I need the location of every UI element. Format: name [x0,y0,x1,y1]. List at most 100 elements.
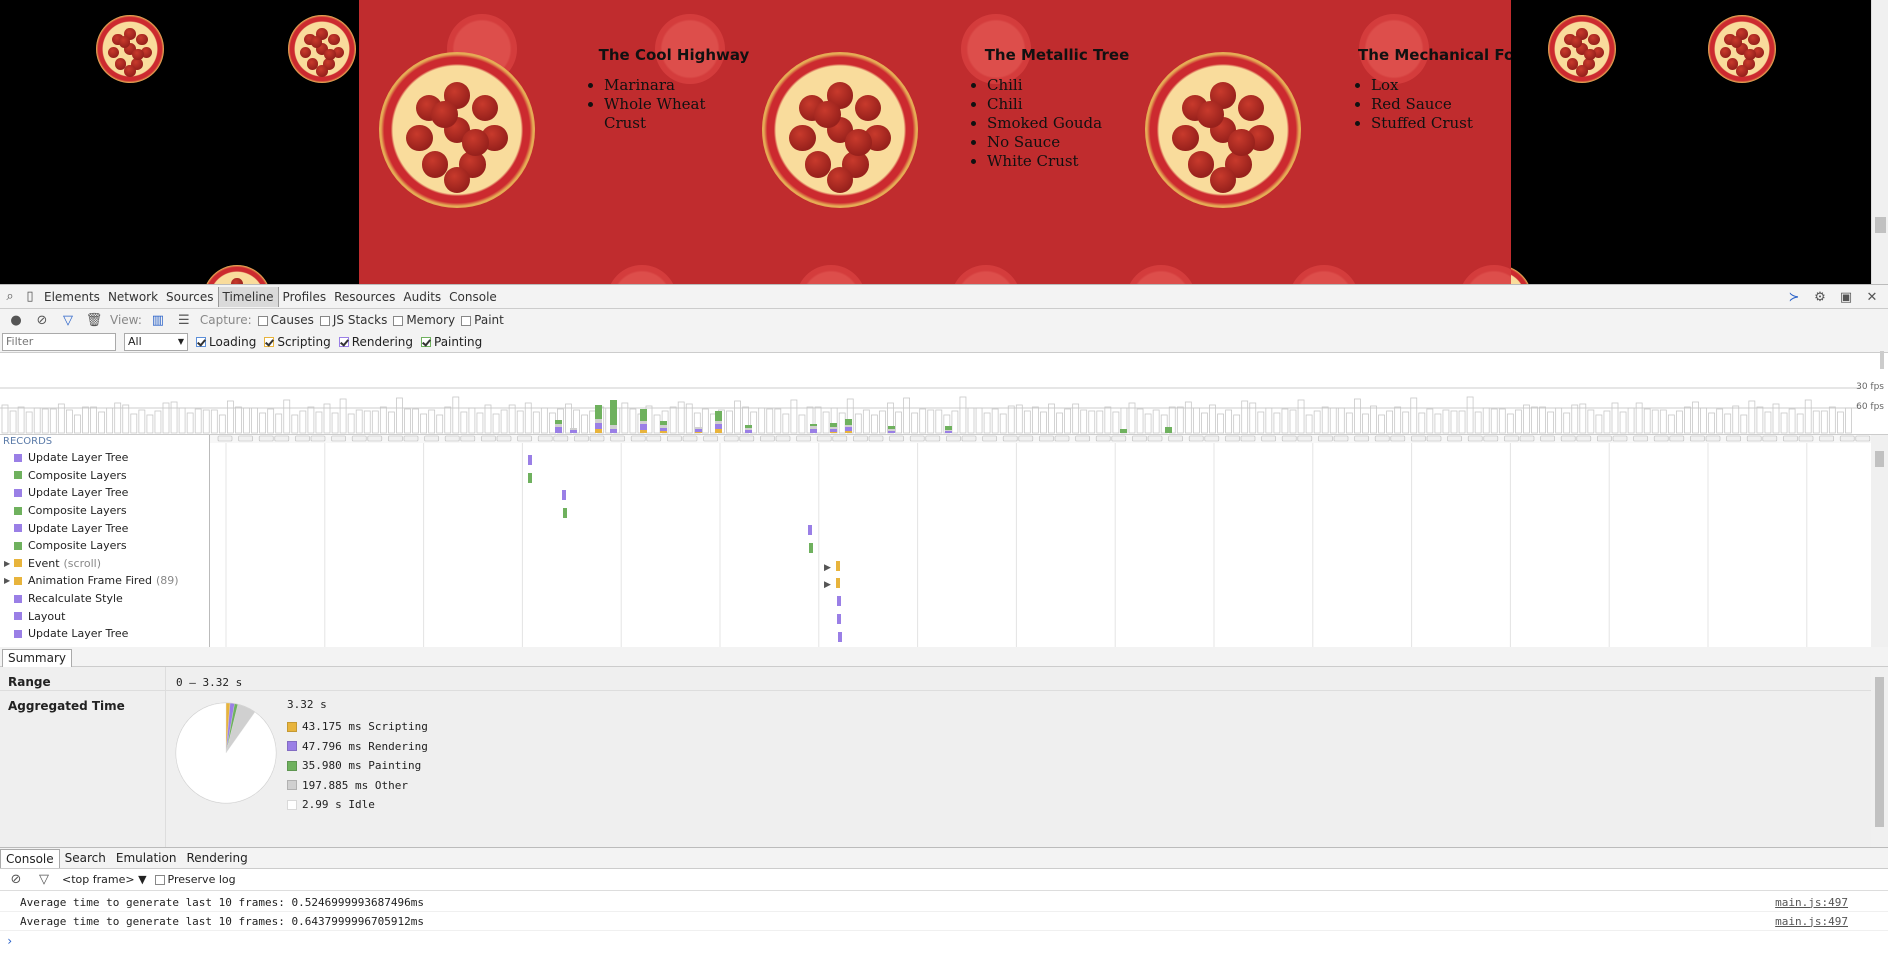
frame-bar[interactable] [501,410,507,433]
clear-icon[interactable]: ⊘ [32,310,52,330]
frame-bar[interactable] [1620,412,1626,433]
frame-bar[interactable] [421,414,427,433]
frame-bar[interactable] [920,409,926,433]
frame-bar[interactable] [91,407,97,433]
frame-bar[interactable] [477,413,483,433]
record-icon[interactable]: ● [6,310,26,330]
frame-bar[interactable] [1371,406,1377,433]
capture-causes-checkbox[interactable]: Causes [258,313,314,327]
frame-bar[interactable] [340,399,346,433]
frame-bar[interactable] [405,409,411,433]
frame-bar[interactable] [1032,407,1038,433]
frame-bar[interactable] [1435,414,1441,433]
frame-bar[interactable] [936,410,942,433]
record-row[interactable]: Update Layer Tree [0,625,209,643]
frame-bar[interactable] [1845,408,1851,433]
frame-bar[interactable] [1588,410,1594,433]
frame-bar[interactable] [960,397,966,433]
summary-scrollbar[interactable] [1871,667,1888,847]
clear-console-icon[interactable]: ⊘ [6,870,26,890]
frame-bar[interactable] [1330,408,1336,433]
frame-bar[interactable] [863,410,869,433]
frame-bar[interactable] [1652,410,1658,433]
frame-bar[interactable] [1322,407,1328,433]
frame-bar[interactable] [74,415,80,433]
frame-bar[interactable] [1089,411,1095,433]
record-row[interactable]: ▶Animation Frame Fired(89) [0,572,209,590]
frame-bar[interactable] [775,409,781,433]
frame-bar[interactable] [1564,413,1570,433]
frame-bar[interactable] [1443,410,1449,433]
frame-bar[interactable] [839,413,845,433]
frame-bar[interactable] [1354,399,1360,433]
frame-bar[interactable] [493,414,499,433]
frame-bar[interactable] [1065,409,1071,433]
frame-bar[interactable] [300,411,306,433]
filter-icon[interactable]: ▽ [34,870,54,890]
frame-bar[interactable] [823,412,829,433]
frame-bar[interactable] [1765,412,1771,433]
expand-icon[interactable]: ▶ [824,563,831,573]
frame-bar[interactable] [1105,407,1111,433]
tab-audits[interactable]: Audits [399,287,445,307]
flame-view-icon[interactable]: ☰ [174,310,194,330]
frame-bar[interactable] [582,415,588,433]
page-scrollbar[interactable] [1871,0,1888,284]
records-scrollbar[interactable] [1871,435,1888,647]
frame-bar[interactable] [1387,411,1393,433]
bar-view-icon[interactable]: ▥ [148,310,168,330]
frame-bar[interactable] [445,407,451,433]
rendering-checkbox[interactable]: Rendering [339,335,413,349]
frame-bar[interactable] [1709,413,1715,433]
frame-bar[interactable] [799,415,805,433]
frame-bar[interactable] [1274,413,1280,433]
dock-icon[interactable]: ▣ [1836,287,1856,307]
frame-bar[interactable] [316,412,322,433]
frame-bar[interactable] [1668,415,1674,433]
frame-bar[interactable] [1660,410,1666,433]
frame-bar[interactable] [1684,407,1690,433]
capture-memory-checkbox[interactable]: Memory [393,313,455,327]
tab-console[interactable]: Console [445,287,501,307]
frame-bar[interactable] [1693,402,1699,433]
frame-bar[interactable] [1829,407,1835,433]
record-bar[interactable] [528,473,532,483]
record-row[interactable]: Recalculate Style [0,590,209,608]
frame-bar[interactable] [590,411,596,433]
frame-bar[interactable] [284,400,290,433]
frame-bar[interactable] [992,409,998,433]
frame-bar[interactable] [107,408,113,433]
frame-bar[interactable] [517,411,523,433]
overview-scrollbar[interactable] [1880,351,1884,369]
frame-bar[interactable] [1548,412,1554,433]
frame-bar[interactable] [509,405,515,433]
frame-bar[interactable] [227,401,233,433]
frame-bar[interactable] [139,410,145,433]
frame-bar[interactable] [1523,405,1529,433]
frame-bar[interactable] [1644,409,1650,433]
frame-bar[interactable] [372,411,378,433]
frame-bar[interactable] [1057,413,1063,433]
frame-bar[interactable] [1837,412,1843,433]
frame-bar[interactable] [99,412,105,433]
frame-bar[interactable] [26,412,32,433]
frame-bar[interactable] [268,409,274,433]
tab-resources[interactable]: Resources [330,287,399,307]
frame-bar[interactable] [1717,409,1723,433]
frame-bar[interactable] [1024,411,1030,433]
frame-bar[interactable] [413,409,419,433]
record-bar[interactable] [837,614,841,624]
frame-bar[interactable] [541,408,547,433]
frame-bar[interactable] [1499,409,1505,433]
frame-bar[interactable] [1016,405,1022,433]
frame-bar[interactable] [1290,410,1296,433]
frame-bar[interactable] [1040,412,1046,433]
tab-drawer-search[interactable]: Search [60,849,111,868]
record-bar[interactable] [808,525,812,535]
frame-bar[interactable] [1153,410,1159,433]
frame-bar[interactable] [1821,411,1827,433]
frame-bar[interactable] [630,409,636,433]
filter-icon[interactable]: ▽ [58,310,78,330]
frame-bar[interactable] [380,407,386,433]
expand-icon[interactable]: ▶ [4,576,14,585]
